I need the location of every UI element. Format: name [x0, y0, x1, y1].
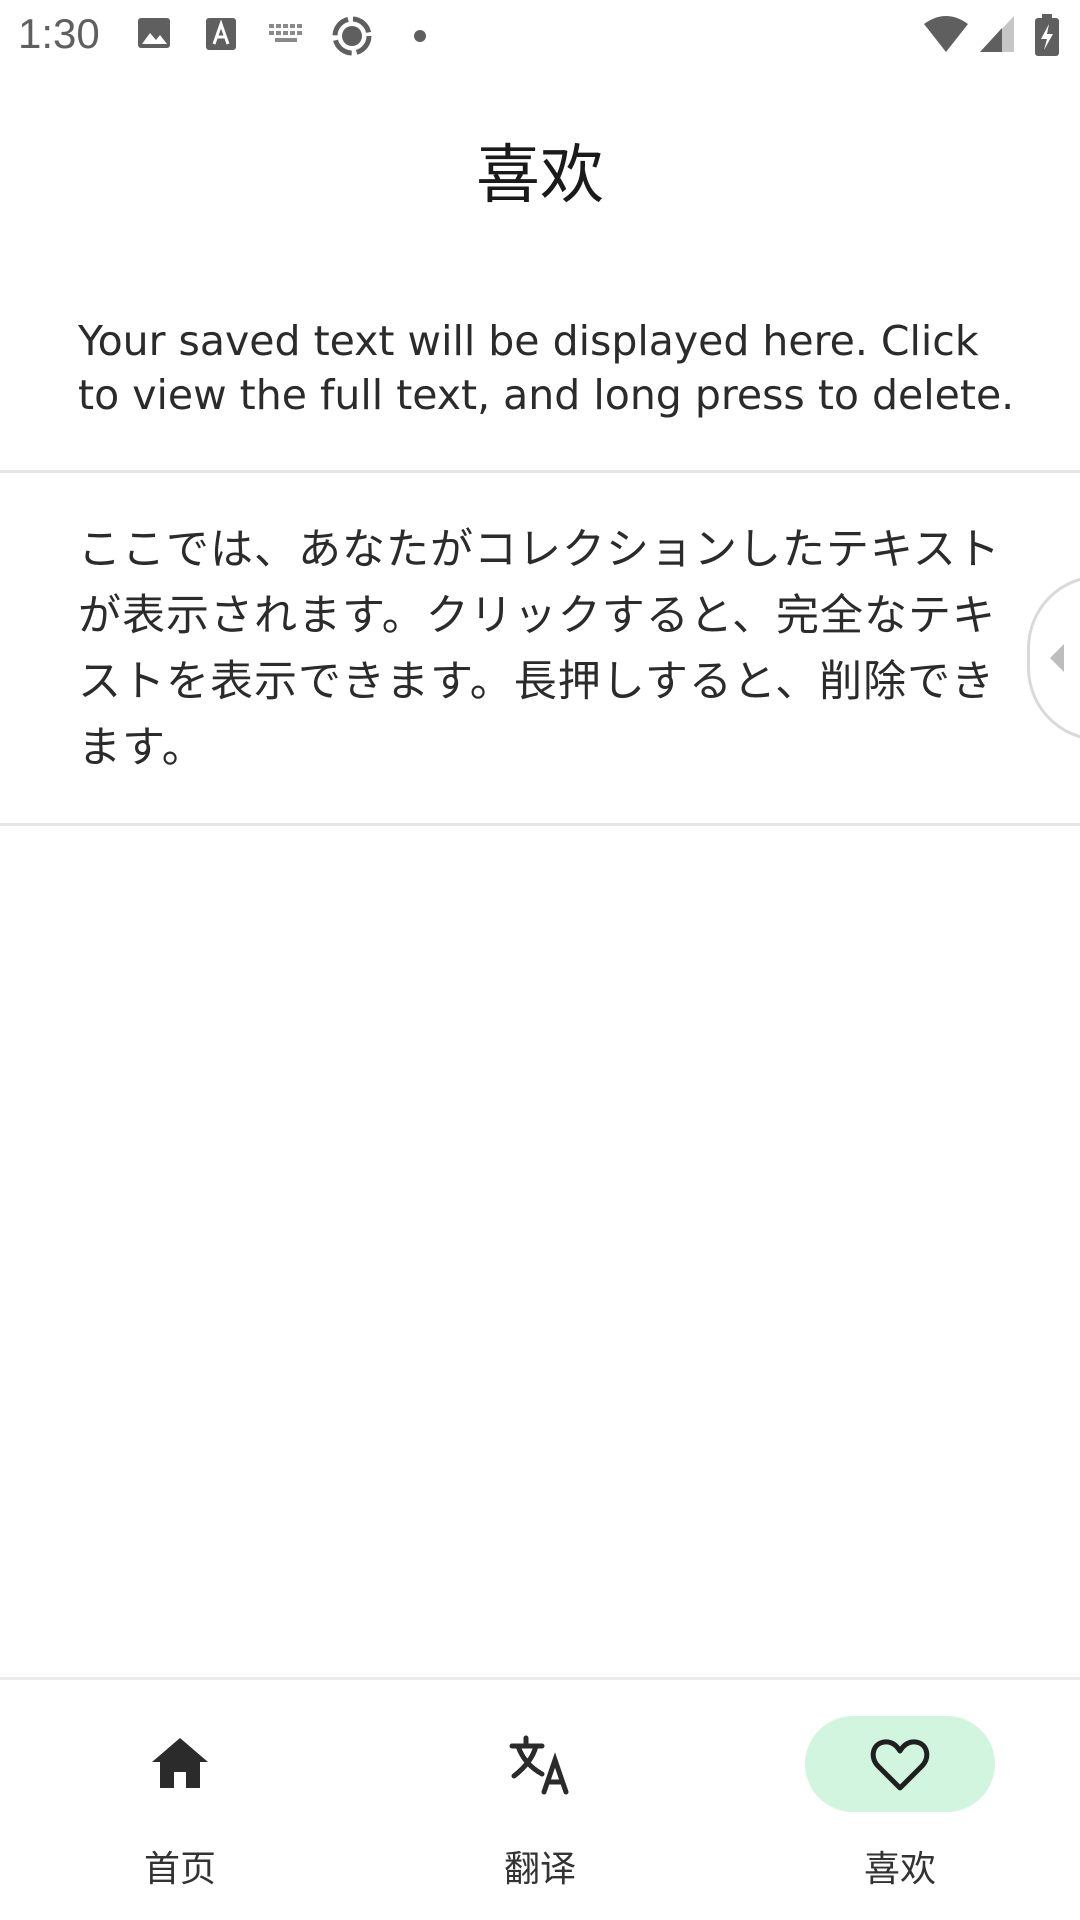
image-icon — [138, 18, 170, 48]
wifi-icon — [924, 16, 968, 52]
translate-icon — [509, 1735, 569, 1795]
status-time: 1:30 — [18, 10, 100, 57]
nav-icon-container — [445, 1716, 635, 1812]
status-bar: 1:30 — [0, 0, 1080, 72]
nav-icon-container-active — [805, 1716, 995, 1812]
nav-label: 翻译 — [503, 1849, 576, 1890]
heart-icon — [870, 1739, 930, 1791]
battery-charging-icon — [1035, 14, 1059, 56]
nav-item-home[interactable]: 首页 — [0, 1680, 360, 1920]
nav-label: 喜欢 — [863, 1849, 936, 1890]
nav-label: 首页 — [143, 1849, 216, 1890]
saved-text-list: Your saved text will be displayed here. … — [0, 290, 1080, 826]
nav-icon-container — [85, 1716, 275, 1812]
list-item[interactable]: ここでは、あなたがコレクションしたテキストが表示されます。クリックすると、完全な… — [0, 473, 1080, 826]
nav-item-translate[interactable]: 翻译 — [360, 1680, 720, 1920]
saved-text: ここでは、あなたがコレクションしたテキストが表示されます。クリックすると、完全な… — [78, 525, 1001, 773]
signal-icon — [980, 16, 1014, 52]
nav-item-favorites[interactable]: 喜欢 — [720, 1680, 1080, 1920]
record-icon — [332, 16, 372, 56]
keyboard-icon — [269, 24, 302, 42]
page-title: 喜欢 — [476, 139, 604, 213]
text-a-icon — [206, 18, 236, 50]
chevron-left-icon — [1050, 644, 1064, 672]
list-item[interactable]: Your saved text will be displayed here. … — [0, 290, 1080, 473]
home-icon — [152, 1738, 208, 1788]
dot-icon — [414, 30, 426, 42]
saved-text: Your saved text will be displayed here. … — [78, 317, 1015, 419]
bottom-navigation: 首页 翻译 喜欢 — [0, 1677, 1080, 1920]
